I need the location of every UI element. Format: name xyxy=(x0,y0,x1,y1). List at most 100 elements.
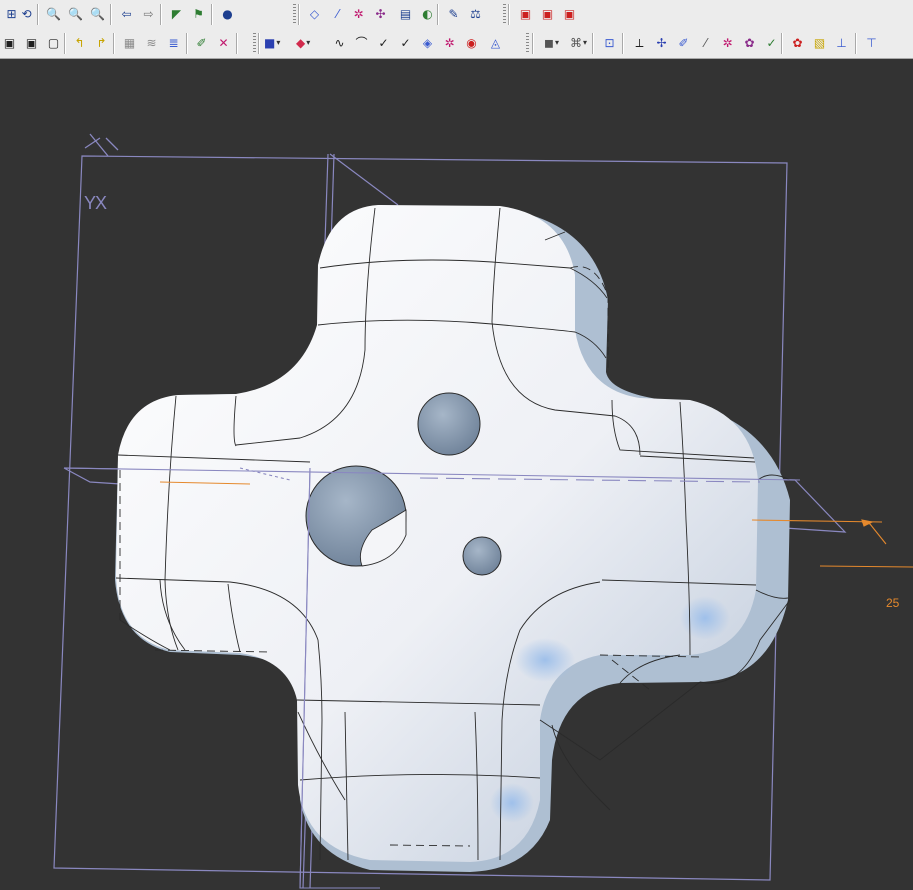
toolbar-row1-button-5[interactable]: ⇦ xyxy=(117,4,136,23)
toolbar-row2-button-25[interactable]: ✐ xyxy=(674,33,693,52)
cross-part[interactable] xyxy=(115,205,791,872)
toolbar-separator xyxy=(622,33,624,54)
zoom-in-icon: 🔍 xyxy=(46,6,61,21)
toolbar-grip[interactable] xyxy=(293,4,296,25)
toolbar-separator xyxy=(160,4,162,25)
cross-part-body xyxy=(116,205,758,862)
toolbar-row2-button-14[interactable]: ✓ xyxy=(374,33,393,52)
toolbar-row2-button-5[interactable]: ▦ xyxy=(120,33,139,52)
toolbar-row2-button-21[interactable]: ⌘ xyxy=(568,33,596,52)
plane-icon: ◇ xyxy=(309,6,320,21)
toolbar-row1-button-13[interactable]: ✣ xyxy=(371,4,390,23)
toolbar-row2-button-2[interactable]: ▢ xyxy=(44,33,63,52)
pdf-export-icon: ▣ xyxy=(563,6,576,21)
toolbar-grip[interactable] xyxy=(526,33,529,54)
toolbar-row2-button-19[interactable]: ◬ xyxy=(486,33,505,52)
layers-icon: ≋ xyxy=(146,35,157,50)
toolbar-grip[interactable] xyxy=(503,4,506,25)
toolbar-row1-button-2[interactable]: 🔍 xyxy=(44,4,63,23)
toolbar-row2-button-9[interactable]: ✕ xyxy=(214,33,233,52)
toolbar-row1-button-12[interactable]: ✲ xyxy=(349,4,368,23)
toolbar-row2-button-27[interactable]: ✲ xyxy=(718,33,737,52)
toolbar-row-1: ⊞ ⟲ 🔍 🔍 🔍 ⇦ ⇨ ◤ ⚑ ● ◇ ⁄ ✲ ✣ ▤ ◐ ✎ ⚖ ▣ ▣ ▣ xyxy=(0,2,913,28)
toolbar-row1-button-20[interactable]: ▣ xyxy=(560,4,579,23)
project-icon: ⊡ xyxy=(604,35,615,50)
toolbar-row2-button-24[interactable]: ✢ xyxy=(652,33,671,52)
toolbar-row1-button-15[interactable]: ◐ xyxy=(418,4,437,23)
curvature-icon: ✿ xyxy=(792,35,803,50)
toolbar-separator xyxy=(508,4,510,25)
toolbar-row2-button-18[interactable]: ◉ xyxy=(462,33,481,52)
grid-icon: ▦ xyxy=(123,35,136,50)
toolbar-row2-button-4[interactable]: ↱ xyxy=(92,33,111,52)
pin-icon: ✣ xyxy=(375,6,386,21)
draft-icon: ⊥ xyxy=(836,35,847,50)
toolbar-row2-button-31[interactable]: ▧ xyxy=(810,33,829,52)
toolbar-row2-button-17[interactable]: ✲ xyxy=(440,33,459,52)
axis-icon: ✕ xyxy=(218,35,229,50)
3d-viewport[interactable]: YX 25 xyxy=(0,59,913,890)
toolbar-row1-button-3[interactable]: 🔍 xyxy=(66,4,85,23)
toolbar-row1-button-8[interactable]: ⚑ xyxy=(189,4,208,23)
toolbar-separator xyxy=(781,33,783,54)
surface-x-icon: ✲ xyxy=(444,35,455,50)
curve-icon: ⌒ xyxy=(355,35,368,50)
toolbar-row2-button-26[interactable]: ⁄ xyxy=(696,33,715,52)
toolbar-row2-button-30[interactable]: ✿ xyxy=(788,33,807,52)
toolbar-separator xyxy=(258,33,260,54)
toolbar-row2-button-11[interactable]: ◆ xyxy=(294,33,322,52)
toolbar-row1-button-19[interactable]: ▣ xyxy=(538,4,557,23)
section-icon: ⊤ xyxy=(866,35,877,50)
toolbar-row2-button-16[interactable]: ◈ xyxy=(418,33,437,52)
toolbar-row2-button-28[interactable]: ✿ xyxy=(740,33,759,52)
toolbar-row1-button-9[interactable]: ● xyxy=(218,4,237,23)
cube-color-icon: ◆ xyxy=(296,35,306,50)
toolbar-row2-button-3[interactable]: ↰ xyxy=(70,33,89,52)
toolbar-row2-button-6[interactable]: ≋ xyxy=(142,33,161,52)
toolbar-row1-button-18[interactable]: ▣ xyxy=(516,4,535,23)
line-icon: ⁄ xyxy=(336,6,339,21)
rotate-view-icon: ⟲ xyxy=(21,6,32,21)
fillet-icon: ◬ xyxy=(490,35,501,50)
toolbar-row2-button-22[interactable]: ⊡ xyxy=(600,33,619,52)
toolbar-row2-button-33[interactable]: ⊤ xyxy=(862,33,881,52)
toolbar-row2-button-1[interactable]: ▣ xyxy=(22,33,41,52)
toolbar-separator xyxy=(298,4,300,25)
toolbar-row1-button-7[interactable]: ◤ xyxy=(167,4,186,23)
toolbar-row1-button-4[interactable]: 🔍 xyxy=(88,4,107,23)
toolbar-row2-button-32[interactable]: ⊥ xyxy=(832,33,851,52)
toolbar-row1-button-14[interactable]: ▤ xyxy=(396,4,415,23)
toolbar-row1-button-10[interactable]: ◇ xyxy=(305,4,324,23)
model-canvas[interactable] xyxy=(0,59,913,890)
toolbar-separator xyxy=(437,4,439,25)
toolbar-row1-button-16[interactable]: ✎ xyxy=(444,4,463,23)
toolbar-row2-button-29[interactable]: ✓ xyxy=(762,33,781,52)
toolbar-row2-button-7[interactable]: ≣ xyxy=(164,33,183,52)
toolbar-separator xyxy=(37,4,39,25)
toolbar-row2-button-12[interactable]: ∿ xyxy=(330,33,349,52)
toolbar-row1-button-17[interactable]: ⚖ xyxy=(466,4,485,23)
toolbar-row2-button-13[interactable]: ⌒ xyxy=(352,33,371,52)
toolbar-row1-button-1[interactable]: ⟲ xyxy=(17,4,36,23)
stack-icon: ≣ xyxy=(168,35,179,50)
cube-shaded-icon: ■ xyxy=(264,35,276,50)
zoom-area-icon: 🔍 xyxy=(68,6,83,21)
split-icon: ⟂ xyxy=(635,35,644,50)
pen-icon: ✐ xyxy=(196,35,207,50)
box-front-icon: ▢ xyxy=(47,35,60,50)
fit-all-icon: ⊞ xyxy=(6,6,17,21)
solid-icon: ◼ xyxy=(544,35,554,50)
toolbar-row2-button-8[interactable]: ✐ xyxy=(192,33,211,52)
curve-y-icon: ✓ xyxy=(400,35,411,50)
toolbar-row1-button-6[interactable]: ⇨ xyxy=(139,4,158,23)
toolbar-row2-button-15[interactable]: ✓ xyxy=(396,33,415,52)
dimension-value[interactable]: 25 xyxy=(886,596,899,610)
toolbar-row2-button-20[interactable]: ◼ xyxy=(542,33,570,52)
toolbar-row2-button-23[interactable]: ⟂ xyxy=(630,33,649,52)
toolbar-row2-button-0[interactable]: ▣ xyxy=(0,33,19,52)
pdf-forward-icon: ▣ xyxy=(541,6,554,21)
toolbar-grip[interactable] xyxy=(253,33,256,54)
toolbar-row2-button-10[interactable]: ■ xyxy=(262,33,290,52)
toolbar-row1-button-11[interactable]: ⁄ xyxy=(328,4,347,23)
table-icon: ▤ xyxy=(399,6,412,21)
